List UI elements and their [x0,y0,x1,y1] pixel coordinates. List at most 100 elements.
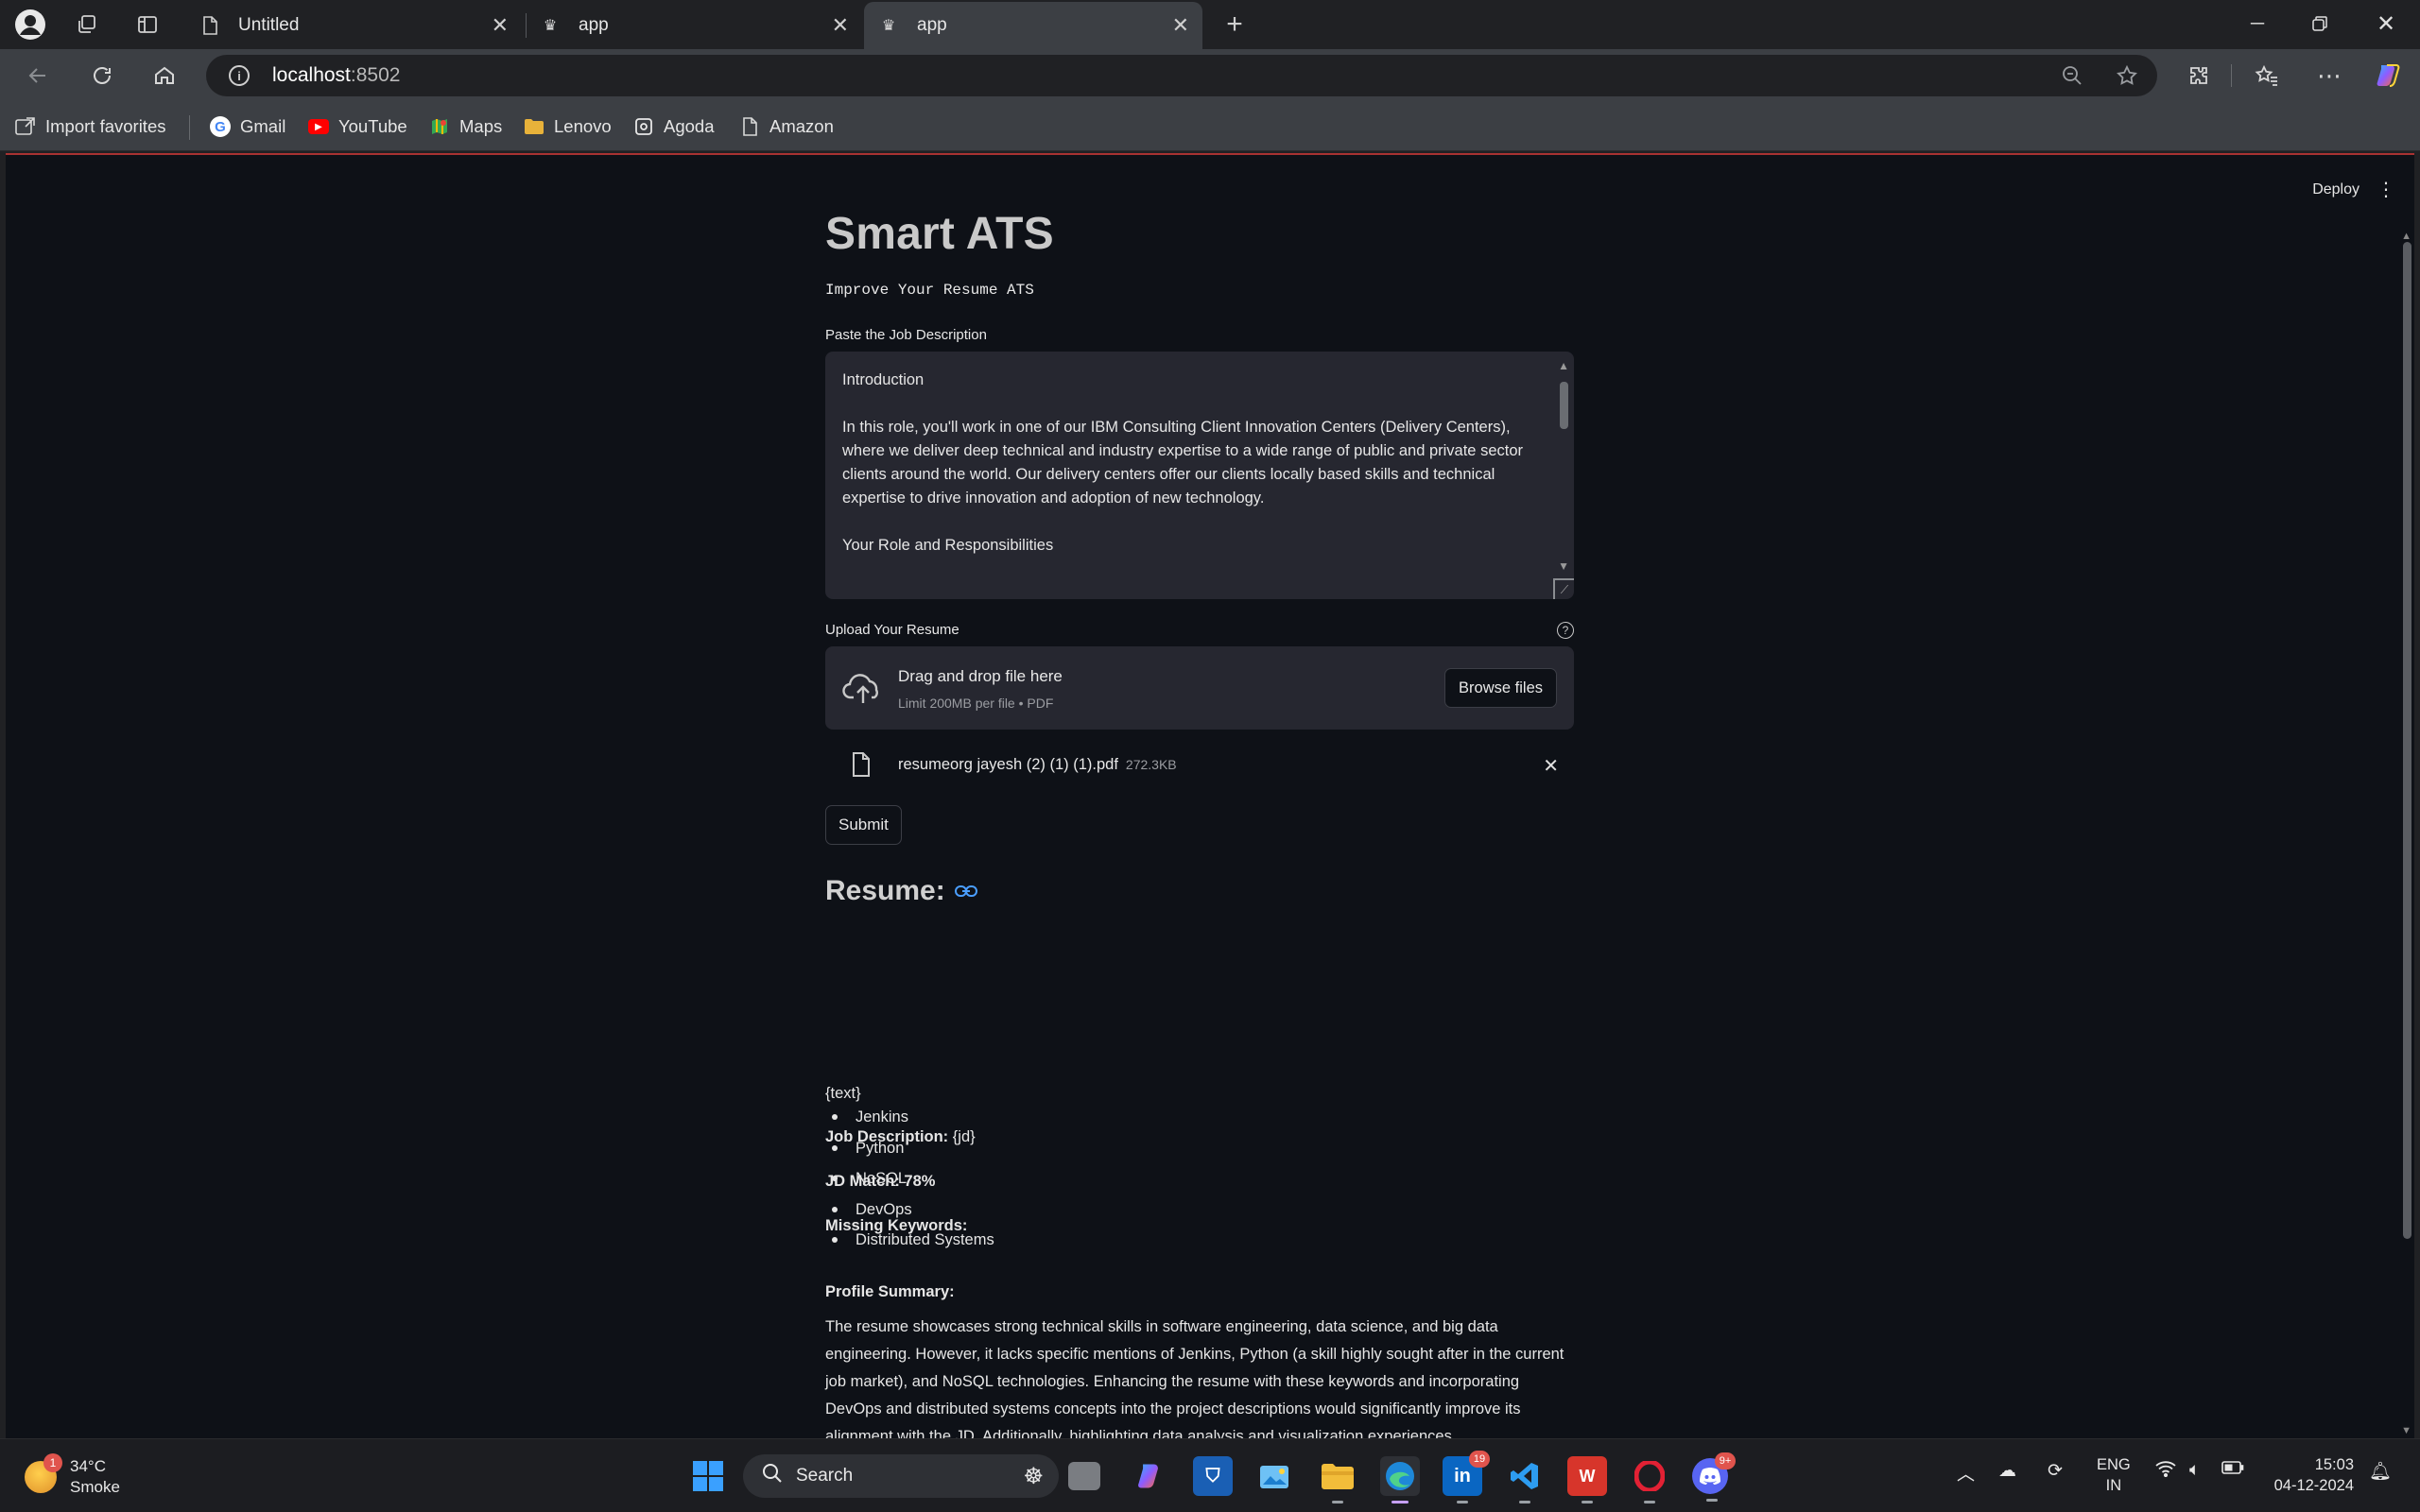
bookmark-youtube[interactable]: ▶ YouTube [308,113,407,140]
wps-office-icon[interactable]: W [1567,1456,1607,1503]
workspaces-icon[interactable] [68,8,106,42]
reload-icon[interactable] [83,57,121,94]
discord-icon[interactable]: 9+ [1692,1452,1736,1502]
zoom-out-icon[interactable] [2053,57,2091,94]
wifi-icon[interactable] [2155,1460,2176,1483]
resize-handle-icon[interactable]: ⟋ [1553,578,1574,599]
job-description-textarea[interactable]: Introduction In this role, you'll work i… [825,352,1574,599]
tab-app[interactable]: ♛ app ✕ [526,2,862,49]
close-tab-icon[interactable]: ✕ [832,13,849,38]
clock-time: 15:03 [2314,1456,2354,1473]
battery-icon[interactable] [2221,1460,2244,1481]
textarea-scroll-up-icon[interactable]: ▲ [1558,359,1569,372]
linkedin-icon[interactable]: in 19 [1443,1451,1490,1503]
bookmark-divider [189,115,190,140]
list-item: NoSQL [825,1163,1574,1194]
weather-widget[interactable]: 1 34°C Smoke [25,1453,120,1498]
close-tab-icon[interactable]: ✕ [492,13,509,38]
submit-button[interactable]: Submit [825,805,902,845]
bookmark-amazon[interactable]: Amazon [739,113,834,140]
site-info-icon[interactable]: i [229,65,250,86]
vscode-icon[interactable] [1505,1456,1545,1503]
linkedin-badge: 19 [1469,1451,1490,1468]
bookmark-gmail[interactable]: G Gmail [210,113,285,140]
start-icon[interactable] [688,1456,728,1496]
maps-icon [429,116,450,137]
bookmark-label: Amazon [769,116,834,136]
sync-status-icon[interactable]: ⟳ [2048,1460,2063,1482]
textarea-scrollbar[interactable] [1560,382,1568,429]
copilot-icon[interactable] [2369,57,2407,94]
taskbar-search[interactable]: Search ☸ [743,1454,1059,1498]
list-item: Python [825,1133,1574,1164]
browser-toolbar: i localhost:8502 ⋯ [0,49,2420,102]
language-code: ENG [2097,1456,2131,1473]
import-favorites-icon [15,116,36,137]
app-menu-icon[interactable]: ⋮ [2377,178,2395,201]
streamlit-crown-icon: ♛ [881,18,896,34]
show-hidden-icons-icon[interactable]: ︿ [1957,1460,1975,1486]
textarea-scroll-down-icon[interactable]: ▼ [1558,559,1569,573]
minimize-icon[interactable]: ─ [2229,6,2286,42]
volume-icon[interactable]: 🔈︎ [2189,1460,2200,1481]
bookmark-maps[interactable]: Maps [429,113,502,140]
dropzone-title: Drag and drop file here [898,667,1063,685]
url-text[interactable]: localhost:8502 [272,64,400,87]
resume-heading-text: Resume: [825,875,945,906]
tab-title: Untitled [238,15,300,35]
page-scrollbar[interactable] [2403,242,2411,1239]
weather-desc: Smoke [70,1478,120,1496]
photos-icon[interactable] [1255,1456,1295,1496]
file-icon [853,752,870,777]
remove-file-icon[interactable]: ✕ [1543,754,1559,778]
restore-icon[interactable] [2291,6,2348,42]
onedrive-status-icon[interactable]: ☁ [1998,1460,2016,1482]
edge-icon[interactable] [1380,1456,1420,1503]
region-code: IN [2105,1477,2122,1494]
url-host: localhost [272,64,351,86]
address-bar[interactable]: i localhost:8502 [206,55,2157,96]
file-explorer-icon[interactable] [1318,1456,1357,1503]
store-icon[interactable]: ⛉ [1193,1456,1233,1496]
help-icon[interactable]: ? [1557,622,1574,639]
copilot-taskbar-icon[interactable] [1131,1456,1170,1496]
extensions-icon[interactable] [2180,57,2218,94]
scroll-down-icon[interactable]: ▼ [2401,1425,2411,1436]
file-dropzone[interactable]: Drag and drop file here Limit 200MB per … [825,646,1574,730]
url-port: :8502 [350,64,401,86]
bookmark-label: Gmail [240,116,286,136]
browser-tab-strip: Untitled ✕ ♛ app ✕ ♛ app ✕ + ─ ✕ [0,0,2420,49]
anchor-link-icon[interactable] [954,885,977,898]
vertical-tabs-icon[interactable] [129,8,166,42]
bookmark-lenovo[interactable]: Lenovo [524,113,612,140]
close-tab-icon[interactable]: ✕ [1172,13,1189,38]
search-label: Search [796,1466,854,1486]
back-icon[interactable] [19,57,57,94]
opera-icon[interactable] [1630,1456,1669,1503]
bookmark-label: Agoda [664,116,715,136]
job-description-text[interactable]: Introduction In this role, you'll work i… [842,369,1534,558]
favorites-icon[interactable] [2248,57,2286,94]
new-tab-icon[interactable]: + [1216,8,1253,42]
system-clock[interactable]: 15:03 04-12-2024 [2263,1454,2354,1496]
close-window-icon[interactable]: ✕ [2358,6,2414,42]
home-icon[interactable] [146,57,183,94]
bookmark-agoda[interactable]: Agoda [633,113,715,140]
language-indicator[interactable]: ENG IN [2097,1454,2131,1496]
notifications-bell-icon[interactable]: 🔔︎ [2369,1460,2392,1483]
weather-icon: 1 [25,1453,62,1493]
scroll-up-icon[interactable]: ▲ [2401,231,2411,242]
profile-summary-text: The resume showcases strong technical sk… [825,1318,1564,1438]
tab-app-active[interactable]: ♛ app ✕ [864,2,1202,49]
favorite-star-icon[interactable] [2108,57,2146,94]
more-menu-icon[interactable]: ⋯ [2310,57,2348,94]
deploy-button[interactable]: Deploy [2312,181,2360,198]
browse-files-button[interactable]: Browse files [1444,668,1557,708]
dropzone-limit: Limit 200MB per file • PDF [898,696,1054,711]
running-indicator [1644,1501,1655,1503]
bookmark-import-favorites[interactable]: Import favorites [15,113,166,140]
profile-avatar-icon[interactable] [11,8,49,42]
tab-title: app [579,15,609,35]
task-view-icon[interactable] [1068,1462,1100,1490]
tab-untitled[interactable]: Untitled ✕ [185,2,522,49]
